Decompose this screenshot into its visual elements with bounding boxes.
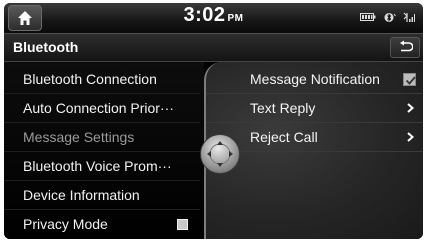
menu-item-message-settings[interactable]: Message Settings <box>4 123 200 152</box>
signal-icon <box>403 12 415 22</box>
menu-item-label: Bluetooth Voice Prom··· <box>23 158 172 174</box>
clock-time: 3:02 <box>183 4 226 26</box>
clock-ampm: PM <box>227 13 244 24</box>
option-text-reply[interactable]: Text Reply <box>206 94 423 123</box>
status-icons <box>357 12 415 24</box>
chevron-right-icon <box>407 103 414 113</box>
menu-item-auto-connection-priority[interactable]: Auto Connection Prior··· <box>4 94 200 123</box>
menu-item-label: Bluetooth Connection <box>23 71 157 87</box>
menu-item-label: Auto Connection Prior··· <box>23 100 174 116</box>
settings-menu: Bluetooth Connection Auto Connection Pri… <box>4 62 204 239</box>
menu-item-bluetooth-connection[interactable]: Bluetooth Connection <box>4 65 200 94</box>
bluetooth-status-icon <box>384 13 396 22</box>
menu-item-device-information[interactable]: Device Information <box>4 181 200 210</box>
battery-icon <box>360 13 376 21</box>
page-title: Bluetooth <box>13 39 79 55</box>
menu-item-label: Device Information <box>23 187 140 203</box>
title-bar: Bluetooth <box>4 33 423 62</box>
menu-item-bluetooth-voice-prompt[interactable]: Bluetooth Voice Prom··· <box>4 152 200 181</box>
menu-item-privacy-mode[interactable]: Privacy Mode <box>4 210 200 239</box>
back-arrow-icon <box>400 40 413 52</box>
option-label: Text Reply <box>250 100 316 116</box>
privacy-mode-checkbox[interactable] <box>177 219 188 230</box>
option-label: Message Notification <box>250 71 380 87</box>
back-button[interactable] <box>390 37 420 58</box>
option-label: Reject Call <box>250 129 318 145</box>
jog-dial[interactable] <box>200 134 240 174</box>
status-bar: 3:02 PM <box>4 3 423 33</box>
menu-item-label: Privacy Mode <box>23 216 108 232</box>
checkmark-icon <box>405 76 416 85</box>
message-notification-checkbox[interactable] <box>403 73 416 86</box>
menu-item-label: Message Settings <box>23 129 135 145</box>
screen-frame: 3:02 PM Bluetooth Bluetooth Connection A… <box>4 3 423 239</box>
option-message-notification[interactable]: Message Notification <box>206 65 423 94</box>
directional-arrows-icon <box>207 141 233 167</box>
chevron-right-icon <box>407 132 414 142</box>
